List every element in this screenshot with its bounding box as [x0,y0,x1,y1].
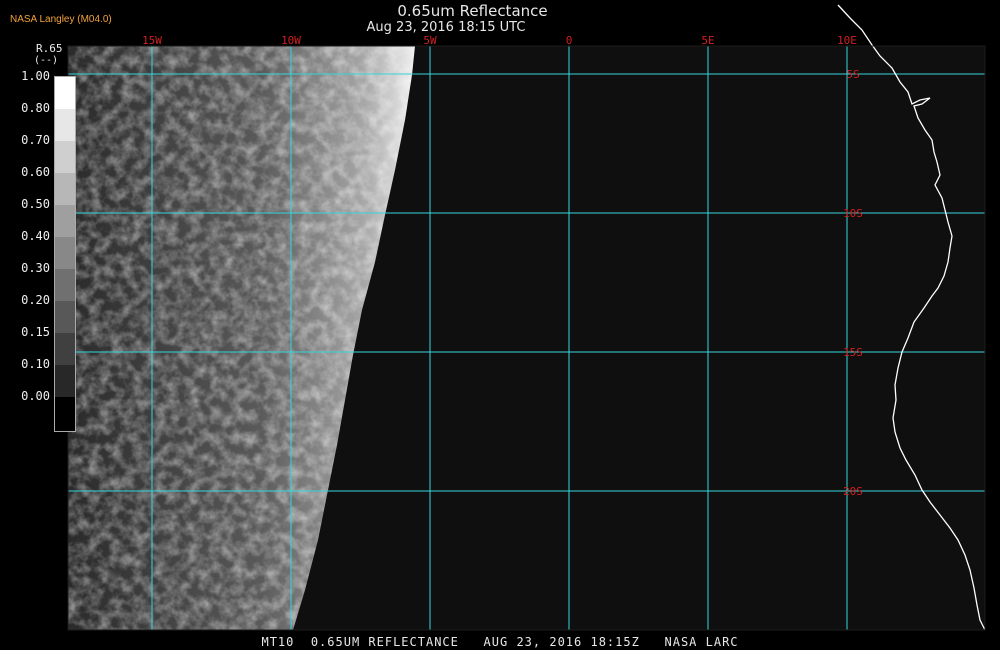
legend-units: (--) [34,55,59,66]
longitude-label: 5E [701,34,714,47]
product-title: 0.65um Reflectance [397,2,548,20]
colorbar-tick-label: 0.40 [21,229,50,243]
longitude-label: 10W [281,34,301,47]
colorbar-segment [55,77,75,109]
legend-variable-name: R.65 [36,42,63,55]
satellite-image-map: 15W 10W 5W 0 5E 10E 5S 10S 15S 20S [67,4,986,631]
colorbar-segment [55,333,75,365]
colorbar-segment [55,109,75,141]
footer-caption: MT10 0.65UM REFLECTANCE AUG 23, 2016 18:… [261,635,739,649]
colorbar-segment [55,205,75,237]
colorbar-tick-label: 0.70 [21,133,50,147]
colorbar-tick-label: 0.10 [21,357,50,371]
longitude-label: 0 [566,34,573,47]
latitude-label: 5S [846,68,859,81]
longitude-label: 5W [423,34,437,47]
longitude-label: 10E [837,34,857,47]
colorbar-tick-label: 0.80 [21,101,50,115]
colorbar-segment [55,365,75,397]
colorbar-segment [55,173,75,205]
colorbar-segment [55,141,75,173]
longitude-label: 15W [142,34,162,47]
colorbar-tick-label: 1.00 [21,69,50,83]
latitude-label: 10S [843,207,863,220]
colorbar-tick-label: 0.20 [21,293,50,307]
colorbar-tick-label: 0.50 [21,197,50,211]
colorbar-segment [55,237,75,269]
colorbar-tick-label: 0.30 [21,261,50,275]
colorbar [54,76,76,432]
colorbar-tick-label: 0.00 [21,389,50,403]
latitude-label: 15S [843,346,863,359]
colorbar-tick-label: 0.60 [21,165,50,179]
colorbar-tick-label: 0.15 [21,325,50,339]
colorbar-segment [55,269,75,301]
latitude-label: 20S [843,485,863,498]
timestamp-subtitle: Aug 23, 2016 18:15 UTC [366,20,526,35]
colorbar-segment [55,301,75,333]
